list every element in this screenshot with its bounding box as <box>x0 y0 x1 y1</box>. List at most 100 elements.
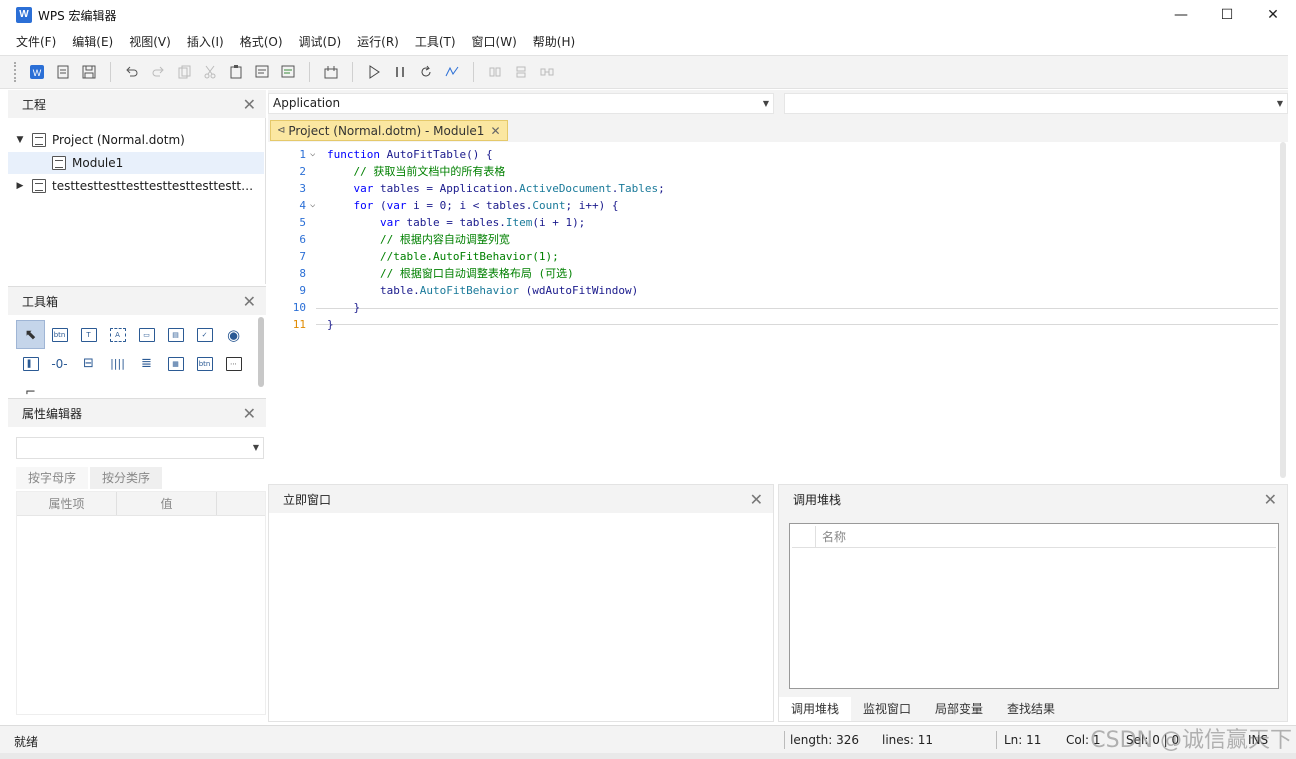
tool-checkbox[interactable]: ✓ <box>190 320 219 349</box>
procedure-combo[interactable]: ▼ <box>784 93 1288 114</box>
menu-debug[interactable]: 调试(D) <box>291 30 350 54</box>
menu-format[interactable]: 格式(O) <box>232 30 291 54</box>
code-line[interactable]: 11} <box>268 316 1278 333</box>
tool-button[interactable]: btn <box>45 320 74 349</box>
new-module-icon[interactable] <box>50 60 76 84</box>
toolbar-separator <box>473 62 474 82</box>
tree-item-module1[interactable]: Module1 <box>8 152 264 174</box>
wps-icon[interactable]: W <box>24 60 50 84</box>
align-left-icon[interactable] <box>482 60 508 84</box>
property-panel-title: 属性编辑器 <box>22 406 83 421</box>
tool-spin[interactable]: -0- <box>45 349 74 378</box>
textbox-icon: A <box>109 327 126 342</box>
tab-alphabetic[interactable]: 按字母序 <box>16 467 89 489</box>
align-distribute-icon[interactable] <box>534 60 560 84</box>
tool-hscroll[interactable]: |||| <box>103 349 132 378</box>
editor-combo-bar: Application ▼ ▼ <box>268 90 1288 118</box>
toolbar-separator <box>352 62 353 82</box>
menu-edit[interactable]: 编辑(E) <box>64 30 121 54</box>
expand-arrow-icon[interactable]: ▼ <box>12 135 28 145</box>
tool-combobox[interactable]: ▤ <box>161 320 190 349</box>
tab-watch[interactable]: 监视窗口 <box>851 697 923 721</box>
debug-icon[interactable] <box>439 60 465 84</box>
toolbar-grip[interactable] <box>14 62 16 82</box>
tab-find-results[interactable]: 查找结果 <box>995 697 1067 721</box>
pause-icon[interactable] <box>387 60 413 84</box>
comment-icon[interactable] <box>249 60 275 84</box>
tool-radio[interactable]: ◉ <box>219 320 248 349</box>
reset-icon[interactable] <box>413 60 439 84</box>
close-icon[interactable]: ✕ <box>243 95 256 114</box>
cut-icon[interactable] <box>197 60 223 84</box>
callstack-table: 名称 <box>789 523 1279 689</box>
collapse-arrow-icon[interactable]: ▶ <box>12 181 28 191</box>
code-line[interactable]: 7 //table.AutoFitBehavior(1); <box>268 248 1278 265</box>
menu-tools[interactable]: 工具(T) <box>407 30 464 54</box>
tab-locals[interactable]: 局部变量 <box>923 697 995 721</box>
code-line[interactable]: 2 // 获取当前文档中的所有表格 <box>268 163 1278 180</box>
editor-scrollbar[interactable] <box>1280 142 1286 478</box>
code-line[interactable]: 4 ⌵ for (var i = 0; i < tables.Count; i++… <box>268 197 1278 214</box>
listbox-icon: ▌ <box>22 356 39 371</box>
code-line[interactable]: 3 var tables = Application.ActiveDocumen… <box>268 180 1278 197</box>
menu-view[interactable]: 视图(V) <box>121 30 179 54</box>
run-icon[interactable] <box>361 60 387 84</box>
tab-categorized[interactable]: 按分类序 <box>90 467 163 489</box>
object-combo[interactable]: Application ▼ <box>268 93 774 114</box>
copy-icon[interactable] <box>171 60 197 84</box>
design-mode-icon[interactable] <box>318 60 344 84</box>
tab-callstack[interactable]: 调用堆栈 <box>779 697 852 721</box>
code-line[interactable]: 6 // 根据内容自动调整列宽 <box>268 231 1278 248</box>
close-icon[interactable]: ✕ <box>750 490 763 509</box>
close-button[interactable]: ✕ <box>1250 0 1296 30</box>
background-strip <box>0 753 1296 759</box>
tool-image[interactable]: ⋯ <box>219 349 248 378</box>
pointer-icon: ⬉ <box>24 326 37 343</box>
menu-file[interactable]: 文件(F) <box>8 30 64 54</box>
align-center-icon[interactable] <box>508 60 534 84</box>
radio-icon: ◉ <box>226 325 241 344</box>
object-select[interactable]: ▼ <box>16 437 264 459</box>
menu-help[interactable]: 帮助(H) <box>525 30 583 54</box>
status-lines: lines: 11 <box>882 733 934 747</box>
tree-item-project-normal[interactable]: ▼ Project (Normal.dotm) <box>8 129 264 151</box>
tool-textbox[interactable]: A <box>103 320 132 349</box>
uncomment-icon[interactable] <box>275 60 301 84</box>
code-editor[interactable]: 1 ⌵ function AutoFitTable() {2 // 获取当前文档中的… <box>268 142 1288 482</box>
menu-run[interactable]: 运行(R) <box>349 30 407 54</box>
code-text: table.AutoFitBehavior (wdAutoFitWindow) <box>327 284 639 297</box>
code-line[interactable]: 8 // 根据窗口自动调整表格布局 (可选) <box>268 265 1278 282</box>
tool-listbox[interactable]: ▌ <box>16 349 45 378</box>
code-line[interactable]: 1 ⌵ function AutoFitTable() { <box>268 146 1278 163</box>
minimize-button[interactable]: — <box>1158 0 1204 30</box>
tool-vscroll[interactable]: ≣ <box>132 349 161 378</box>
button2-icon: btn <box>196 356 213 371</box>
paste-icon[interactable] <box>223 60 249 84</box>
close-icon[interactable]: ✕ <box>1264 490 1277 509</box>
code-line[interactable]: 5 var table = tables.Item(i + 1); <box>268 214 1278 231</box>
menu-insert[interactable]: 插入(I) <box>179 30 232 54</box>
fold-icon[interactable]: ⌵ <box>310 146 315 163</box>
redo-icon[interactable] <box>145 60 171 84</box>
menu-window[interactable]: 窗口(W) <box>464 30 525 54</box>
maximize-button[interactable]: ☐ <box>1204 0 1250 30</box>
tool-label[interactable]: T <box>74 320 103 349</box>
code-line[interactable]: 9 table.AutoFitBehavior (wdAutoFitWindow… <box>268 282 1278 299</box>
pin-icon[interactable]: ⊲ <box>277 125 285 136</box>
tab-module1[interactable]: ⊲ Project (Normal.dotm) - Module1 ✕ <box>270 120 508 141</box>
code-line[interactable]: 10 } <box>268 299 1278 316</box>
close-icon[interactable]: ✕ <box>490 124 500 138</box>
fold-icon[interactable]: ⌵ <box>310 197 315 214</box>
tool-scrollbar[interactable]: ⊟ <box>74 349 103 378</box>
toolbox-panel-header: 工具箱 ✕ <box>8 287 266 315</box>
tool-button2[interactable]: btn <box>190 349 219 378</box>
close-icon[interactable]: ✕ <box>243 292 256 311</box>
close-icon[interactable]: ✕ <box>243 404 256 423</box>
tree-item-test-document[interactable]: ▶ testtesttesttesttesttesttesttesttest..… <box>8 175 264 197</box>
tool-pointer[interactable]: ⬉ <box>16 320 45 349</box>
toolbox-scrollbar[interactable] <box>258 317 264 387</box>
undo-icon[interactable] <box>119 60 145 84</box>
save-icon[interactable] <box>76 60 102 84</box>
tool-frame[interactable]: ▭ <box>132 320 161 349</box>
tool-multipage[interactable]: ▦ <box>161 349 190 378</box>
